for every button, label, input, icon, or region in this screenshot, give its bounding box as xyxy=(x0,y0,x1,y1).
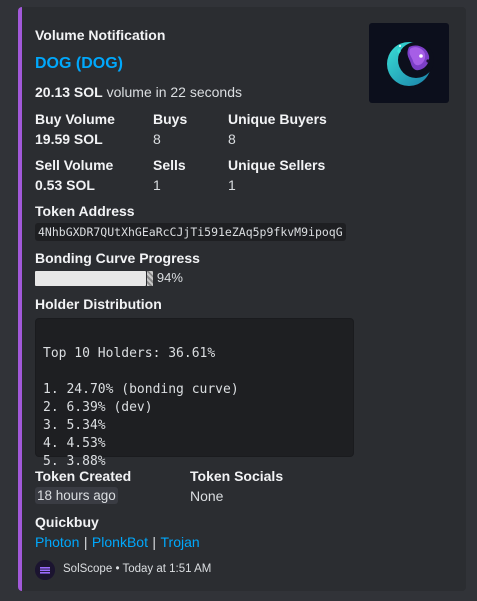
footer-timestamp: Today at 1:51 AM xyxy=(122,563,212,575)
quickbuy-link-plonkbot[interactable]: PlonkBot xyxy=(92,534,148,550)
notification-embed: Volume Notification DOG (DOG) 20.13 SOL … xyxy=(18,7,466,591)
unique-sellers-value: 1 xyxy=(228,177,236,193)
bonding-progress-remainder xyxy=(147,270,153,286)
holder-line: Top 10 Holders: 36.61% xyxy=(43,346,216,361)
sell-volume-value: 0.53 SOL xyxy=(35,177,95,193)
embed-header: Volume Notification xyxy=(35,27,166,43)
buy-volume-value: 19.59 SOL xyxy=(35,131,103,147)
sells-value: 1 xyxy=(153,177,161,193)
quickbuy-link-trojan[interactable]: Trojan xyxy=(161,534,200,550)
token-address-code[interactable]: 4NhbGXDR7QUtXhGEaRcCJjTi591eZAq5p9fkvM9i… xyxy=(35,223,346,241)
embed-accent-bar xyxy=(18,7,22,591)
sell-volume-label: Sell Volume xyxy=(35,157,114,173)
unique-sellers-label: Unique Sellers xyxy=(228,157,326,173)
dog-moon-logo-icon xyxy=(387,42,434,86)
buys-label: Buys xyxy=(153,111,188,127)
quickbuy-link-photon[interactable]: Photon xyxy=(35,534,79,550)
volume-amount: 20.13 SOL xyxy=(35,84,103,100)
holder-line: 3. 5.34% xyxy=(43,418,106,433)
token-created-timestamp[interactable]: 18 hours ago xyxy=(35,487,118,504)
volume-line: 20.13 SOL volume in 22 seconds xyxy=(35,84,242,100)
token-created-container: 18 hours ago xyxy=(35,487,118,505)
unique-buyers-label: Unique Buyers xyxy=(228,111,327,127)
footer-separator: • xyxy=(115,563,120,575)
token-address-label: Token Address xyxy=(35,203,135,219)
holder-line xyxy=(43,363,346,381)
bonding-progress: 94% xyxy=(35,269,183,286)
solscope-avatar-icon xyxy=(35,560,55,580)
embed-footer: SolScope • Today at 1:51 AM xyxy=(63,563,211,575)
footer-author: SolScope xyxy=(63,563,113,575)
volume-suffix: volume in 22 seconds xyxy=(106,84,243,100)
quickbuy-label: Quickbuy xyxy=(35,514,99,530)
link-separator: | xyxy=(152,534,157,550)
token-created-label: Token Created xyxy=(35,468,132,484)
token-thumbnail[interactable] xyxy=(369,23,449,103)
token-socials-label: Token Socials xyxy=(190,468,284,484)
holder-distribution-label: Holder Distribution xyxy=(35,296,162,312)
token-title-link[interactable]: DOG (DOG) xyxy=(35,55,123,73)
quickbuy-links: Photon | PlonkBot | Trojan xyxy=(35,534,200,552)
sells-label: Sells xyxy=(153,157,186,173)
token-address-container: 4NhbGXDR7QUtXhGEaRcCJjTi591eZAq5p9fkvM9i… xyxy=(35,223,346,241)
buys-value: 8 xyxy=(153,131,161,147)
holder-line: 4. 4.53% xyxy=(43,436,106,451)
token-socials-value: None xyxy=(190,488,224,504)
holder-line: 2. 6.39% (dev) xyxy=(43,400,153,415)
holder-distribution-codeblock[interactable]: Top 10 Holders: 36.61% 1. 24.70% (bonding… xyxy=(35,318,354,469)
buy-volume-label: Buy Volume xyxy=(35,111,115,127)
bonding-curve-label: Bonding Curve Progress xyxy=(35,250,200,266)
bonding-progress-percent: 94% xyxy=(156,270,183,285)
bonding-progress-bar xyxy=(35,270,146,286)
holder-line: 1. 24.70% (bonding curve) xyxy=(43,382,239,397)
unique-buyers-value: 8 xyxy=(228,131,236,147)
link-separator: | xyxy=(83,534,88,550)
